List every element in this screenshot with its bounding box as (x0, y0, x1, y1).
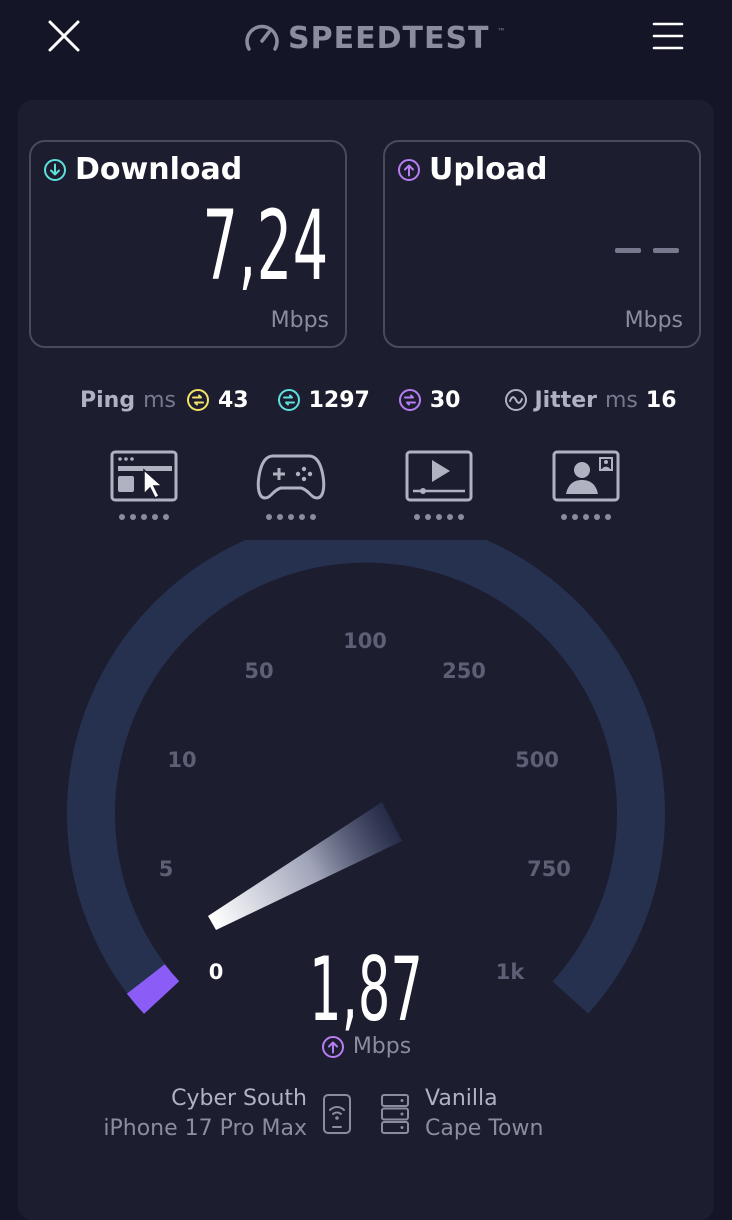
hamburger-menu-icon[interactable] (648, 16, 688, 56)
trademark-mark: ™ (497, 26, 506, 36)
ping-download-value: 1297 (308, 387, 370, 413)
video-call-rating (550, 514, 622, 520)
gauge-tick-250: 250 (442, 659, 486, 683)
jitter-icon (505, 389, 528, 411)
download-latency-icon (277, 389, 300, 411)
upload-label: Upload (429, 152, 548, 187)
current-speed-value: 1,87 (309, 938, 423, 1041)
activity-web-browsing[interactable] (108, 448, 180, 528)
top-bar: SPEEDTEST ™ (0, 0, 732, 90)
phone-wifi-icon (323, 1094, 351, 1134)
current-speed-unit: Mbps (352, 1034, 412, 1059)
server-name: Vanilla (425, 1086, 498, 1111)
gauge-tick-100: 100 (343, 629, 387, 653)
isp-info[interactable]: Cyber South iPhone 17 Pro Max (103, 1084, 307, 1144)
close-button[interactable] (44, 16, 84, 56)
activity-video-call[interactable] (550, 448, 622, 528)
download-value: 7,24 (202, 190, 329, 302)
menu-button[interactable] (648, 16, 688, 56)
speedometer-icon (245, 24, 279, 51)
web-browsing-rating (108, 514, 180, 520)
download-card: Download 7,24 Mbps (29, 140, 347, 348)
video-streaming-icon (405, 450, 473, 502)
download-unit: Mbps (270, 308, 329, 333)
isp-name: Cyber South (171, 1086, 307, 1111)
video-streaming-rating (403, 514, 475, 520)
server-info[interactable]: Vanilla Cape Town (425, 1084, 543, 1144)
jitter-value: 16 (645, 387, 677, 413)
web-browsing-icon (110, 450, 178, 502)
video-call-icon (552, 450, 620, 502)
gaming-rating (255, 514, 327, 520)
jitter-unit: ms (605, 387, 638, 413)
latency-row: Ping ms 43 1297 30 Jitter ms 16 (80, 382, 677, 418)
gauge-tick-500: 500 (515, 748, 559, 772)
device-name: iPhone 17 Pro Max (103, 1116, 307, 1141)
gauge-tick-750: 750 (527, 857, 571, 881)
activity-video-streaming[interactable] (403, 448, 475, 528)
jitter-label: Jitter (534, 387, 597, 413)
server-location: Cape Town (425, 1116, 544, 1141)
ping-idle-value: 43 (217, 387, 249, 413)
ping-upload-value: 30 (429, 387, 461, 413)
app-title: SPEEDTEST (288, 20, 490, 56)
server-icon (381, 1094, 409, 1134)
upload-arrow-icon (321, 1035, 344, 1058)
upload-value-placeholder (615, 248, 679, 253)
ping-unit: ms (143, 387, 176, 413)
close-icon[interactable] (44, 16, 84, 56)
ping-label: Ping (80, 387, 136, 413)
current-speed-unit-row: Mbps (0, 1034, 732, 1059)
gauge-needle (208, 802, 402, 930)
activity-gaming[interactable] (255, 448, 327, 528)
download-label: Download (75, 152, 243, 187)
upload-latency-icon (398, 389, 421, 411)
gauge-tick-10: 10 (167, 748, 197, 772)
gaming-icon (256, 454, 326, 500)
upload-unit: Mbps (624, 308, 683, 333)
idle-latency-icon (186, 389, 209, 411)
upload-arrow-icon (398, 158, 420, 181)
gauge-tick-5: 5 (158, 857, 174, 881)
download-arrow-icon (44, 158, 66, 181)
upload-card: Upload Mbps (383, 140, 701, 348)
gauge-tick-50: 50 (244, 659, 274, 683)
app-logo: SPEEDTEST ™ (244, 18, 506, 58)
